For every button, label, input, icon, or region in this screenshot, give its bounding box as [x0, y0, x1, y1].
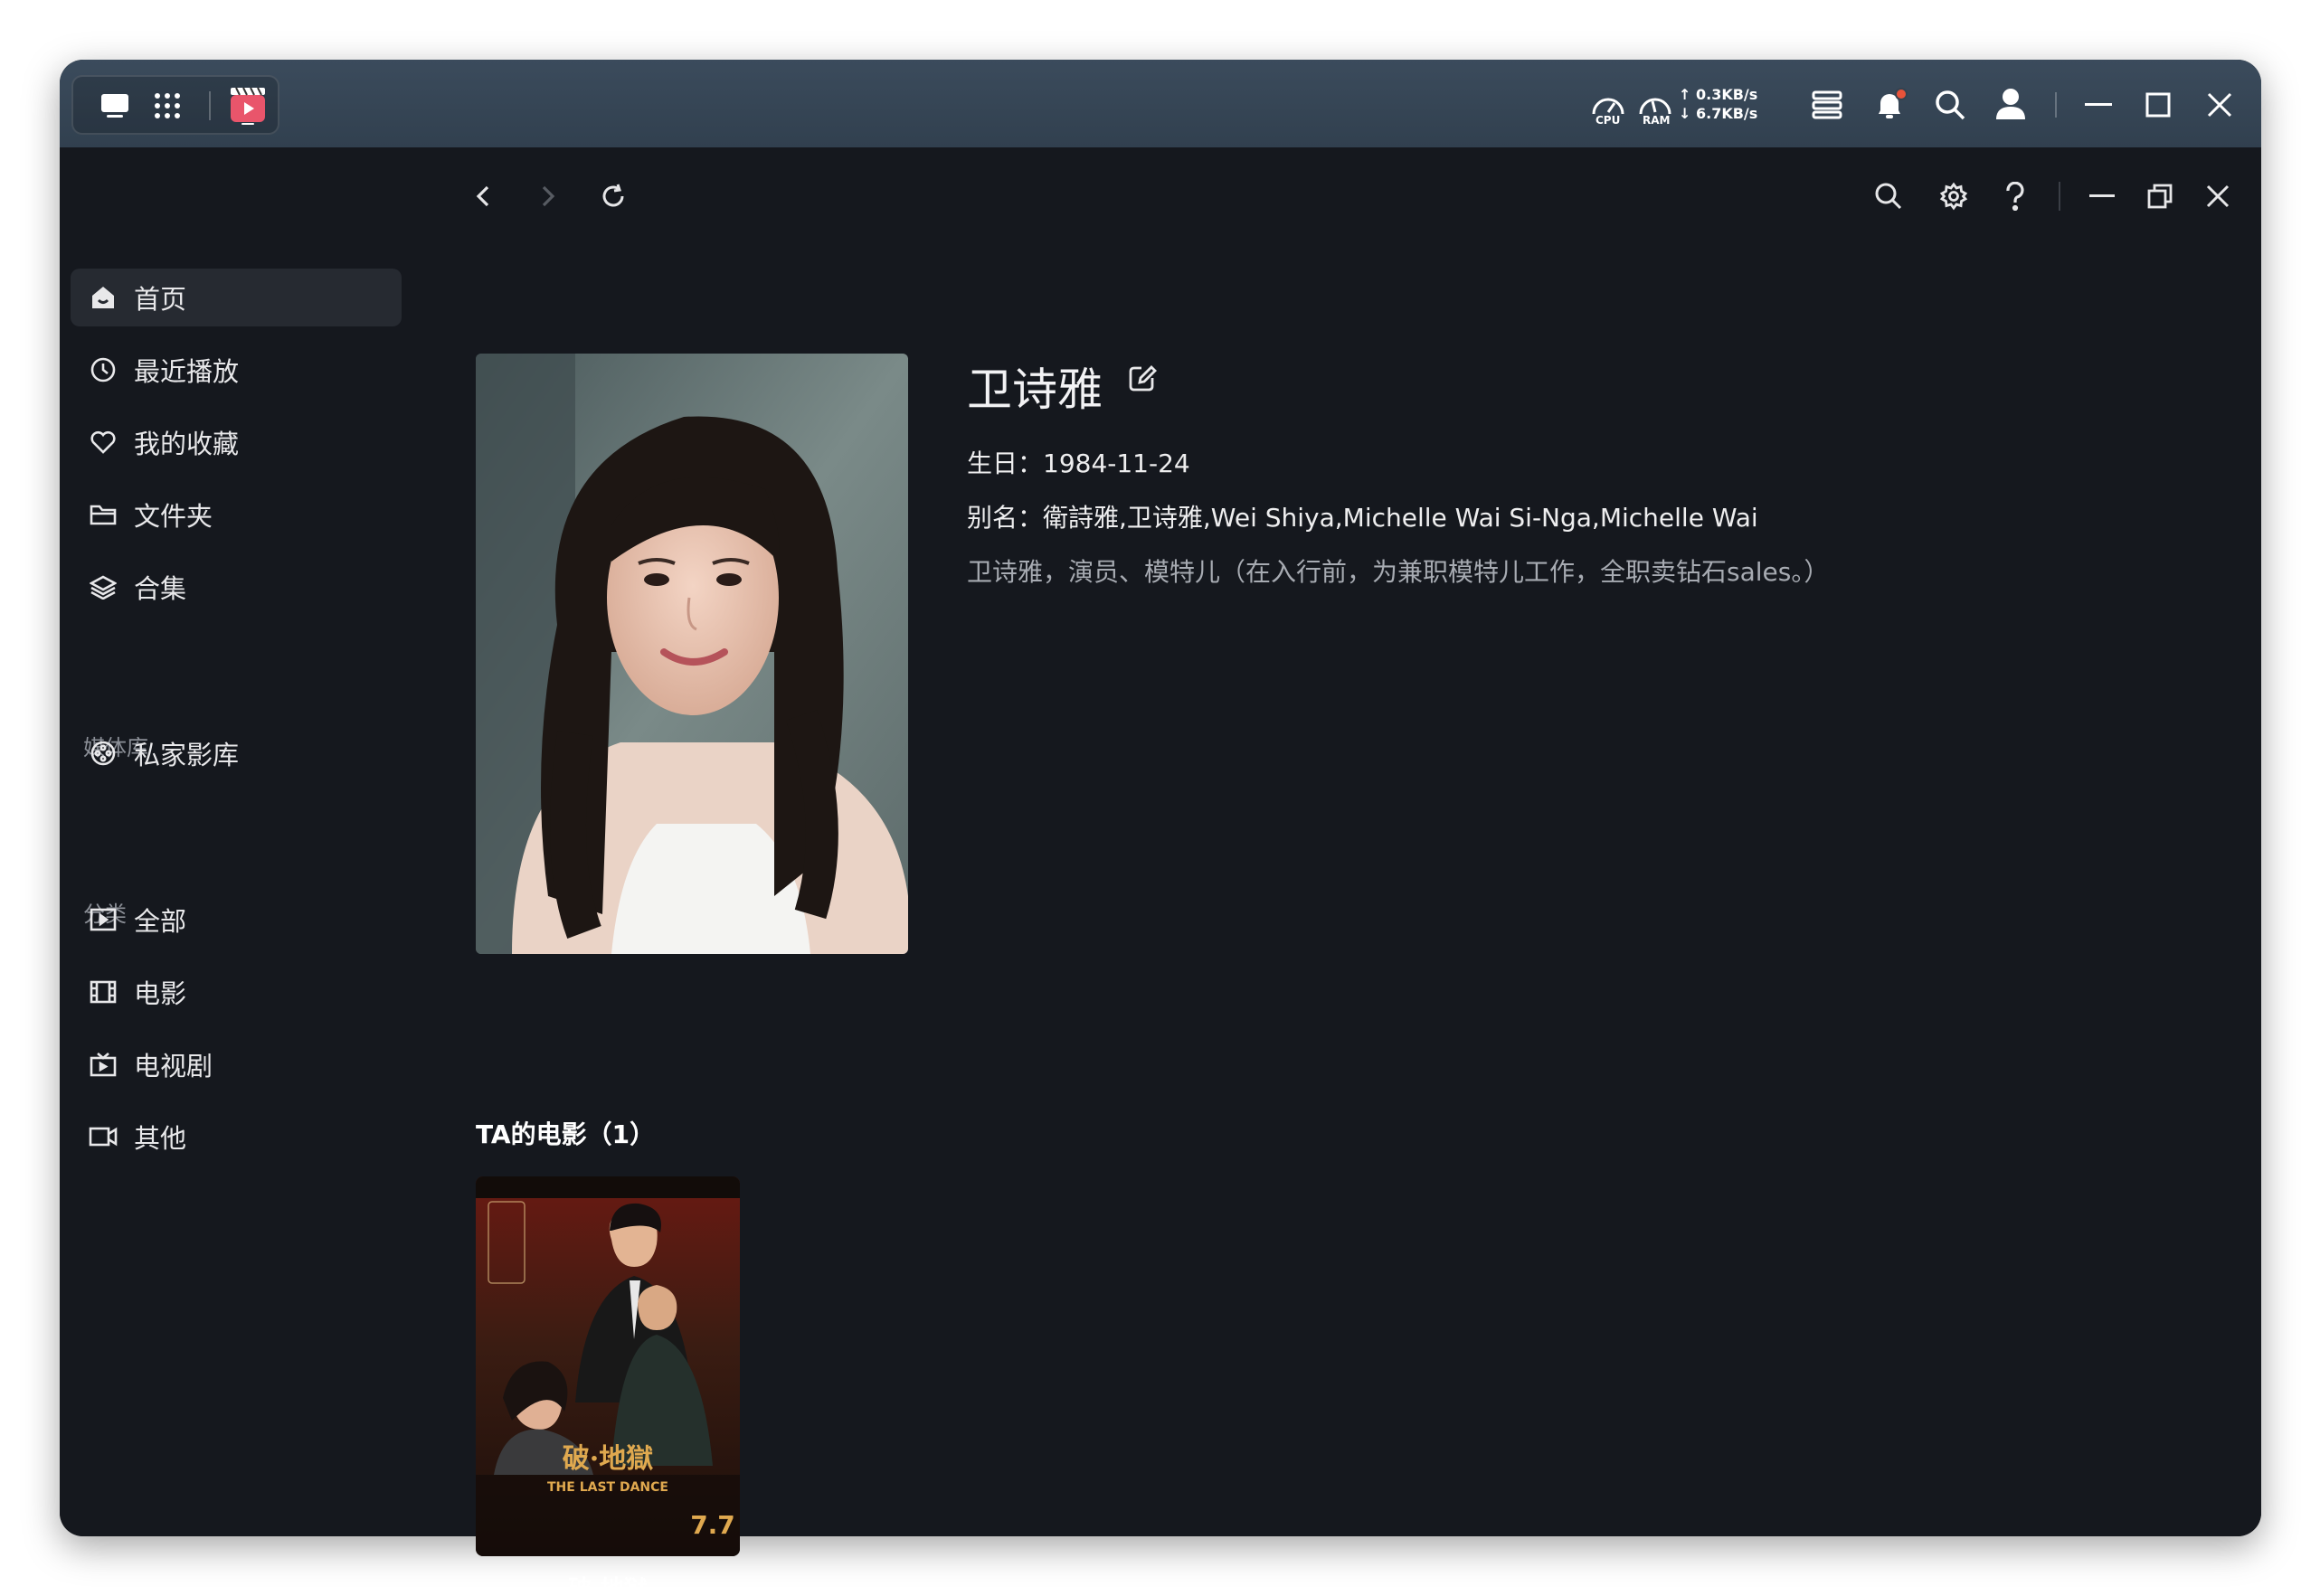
poster-subtitle-text: THE LAST DANCE — [547, 1480, 668, 1495]
os-close-icon[interactable] — [2203, 89, 2236, 121]
upload-speed: ↑ 0.3KB/s — [1679, 86, 1758, 103]
os-maximize-icon[interactable] — [2142, 89, 2174, 121]
os-taskbar: CPU RAM ↑ 0.3KB/s ↓ 6.7KB/s — [60, 60, 2261, 147]
edit-icon — [1129, 365, 1157, 392]
search-icon[interactable] — [1932, 87, 1968, 123]
ram-label: RAM — [1643, 114, 1671, 127]
os-minimize-icon[interactable] — [2082, 92, 2115, 118]
movie-poster[interactable]: 破·地獄 THE LAST DANCE 7.7 — [476, 1176, 740, 1556]
cpu-label: CPU — [1596, 114, 1621, 127]
edit-button[interactable] — [1127, 363, 1158, 397]
actor-name: 卫诗雅 — [967, 364, 1103, 416]
network-speed: ↑ 0.3KB/s ↓ 6.7KB/s — [1679, 85, 1757, 123]
actor-birthday: 生日：1984-11-24 — [967, 449, 1190, 478]
poster-date-text: 7.7 — [690, 1510, 735, 1540]
video-app-icon[interactable] — [227, 84, 269, 127]
filmography-section-title: TA的电影（1） — [476, 1119, 656, 1149]
taskbar-divider — [2055, 92, 2057, 118]
poster-title-text: 破·地獄 — [563, 1443, 653, 1475]
actor-portrait-image — [476, 354, 908, 954]
notification-bell-icon[interactable] — [1870, 87, 1908, 123]
storage-icon[interactable] — [1809, 89, 1845, 121]
user-account-icon[interactable] — [1992, 85, 2030, 123]
taskbar-left-group — [71, 75, 279, 135]
main-content: 卫诗雅 生日：1984-11-24 别名：衛詩雅,卫诗雅,Wei Shiya,M… — [60, 147, 2261, 1596]
taskbar-divider — [209, 91, 211, 120]
movie-title[interactable]: 破·地狱 — [476, 1571, 740, 1596]
download-speed: ↓ 6.7KB/s — [1679, 105, 1758, 122]
apps-grid-icon[interactable] — [149, 90, 185, 122]
desktop-icon[interactable] — [97, 90, 133, 122]
actor-bio: 卫诗雅，演员、模特儿（在入行前，为兼职模特儿工作，全职卖钻石sales。） — [967, 557, 1830, 587]
actor-aliases: 别名：衛詩雅,卫诗雅,Wei Shiya,Michelle Wai Si-Nga… — [967, 503, 1758, 533]
